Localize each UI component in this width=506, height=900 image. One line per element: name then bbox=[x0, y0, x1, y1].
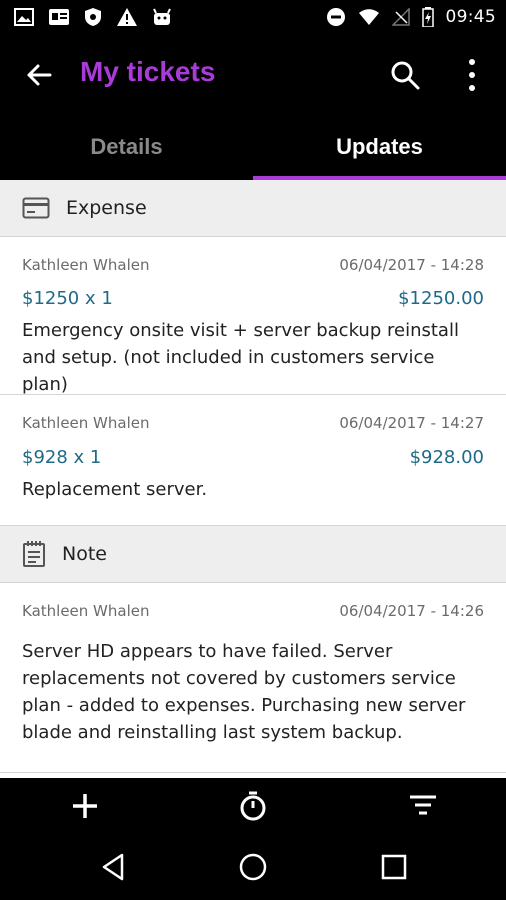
more-options-icon[interactable] bbox=[458, 56, 486, 94]
entry-author: Kathleen Whalen bbox=[22, 256, 150, 274]
add-icon[interactable] bbox=[69, 790, 101, 822]
home-circle-icon[interactable] bbox=[236, 850, 270, 884]
battery-charging-icon bbox=[421, 7, 434, 27]
entry-total: $1250.00 bbox=[398, 288, 484, 309]
entry-description: Replacement server. bbox=[22, 479, 208, 500]
search-icon[interactable] bbox=[388, 58, 422, 92]
app-bar: My tickets bbox=[0, 36, 506, 114]
recents-square-icon[interactable] bbox=[377, 850, 411, 884]
entry-quantity: $1250 x 1 bbox=[22, 288, 113, 309]
section-label: Expense bbox=[66, 197, 147, 219]
image-icon bbox=[14, 8, 34, 26]
tab-bar: Details Updates bbox=[0, 114, 506, 180]
system-nav-bar bbox=[0, 834, 506, 900]
status-time: 09:45 bbox=[445, 7, 496, 27]
wifi-icon bbox=[358, 9, 379, 25]
tab-details[interactable]: Details bbox=[0, 114, 253, 180]
tab-updates[interactable]: Updates bbox=[253, 114, 506, 180]
list-item-expense[interactable]: Kathleen Whalen 06/04/2017 - 14:27 $928 … bbox=[0, 395, 506, 526]
section-header-note: Note bbox=[0, 526, 506, 583]
entry-timestamp: 06/04/2017 - 14:28 bbox=[339, 256, 484, 274]
notepad-icon bbox=[23, 541, 45, 567]
section-label: Note bbox=[62, 543, 107, 565]
status-bar: 09:45 bbox=[0, 0, 506, 36]
entry-timestamp: 06/04/2017 - 14:27 bbox=[339, 414, 484, 432]
entry-total: $928.00 bbox=[409, 447, 484, 468]
shield-icon bbox=[85, 8, 101, 26]
credit-card-icon bbox=[22, 197, 50, 219]
back-triangle-icon[interactable] bbox=[97, 850, 131, 884]
updates-list[interactable]: Expense Kathleen Whalen 06/04/2017 - 14:… bbox=[0, 180, 506, 778]
warning-icon bbox=[117, 8, 137, 26]
section-header-expense: Expense bbox=[0, 180, 506, 237]
entry-author: Kathleen Whalen bbox=[22, 602, 150, 620]
entry-description: Emergency onsite visit + server backup r… bbox=[22, 320, 459, 395]
entry-timestamp: 06/04/2017 - 14:26 bbox=[339, 602, 484, 620]
entry-author: Kathleen Whalen bbox=[22, 414, 150, 432]
filter-icon[interactable] bbox=[407, 790, 439, 822]
entry-description: Server HD appears to have failed. Server… bbox=[22, 641, 466, 743]
list-item-expense[interactable]: Kathleen Whalen 06/04/2017 - 14:28 $1250… bbox=[0, 237, 506, 395]
no-signal-icon bbox=[391, 8, 410, 26]
bottom-action-bar bbox=[0, 778, 506, 834]
do-not-disturb-icon bbox=[326, 8, 345, 26]
android-icon bbox=[153, 8, 171, 25]
page-title: My tickets bbox=[80, 56, 216, 87]
entry-quantity: $928 x 1 bbox=[22, 447, 102, 468]
timer-icon[interactable] bbox=[237, 790, 269, 822]
list-item-note[interactable]: Kathleen Whalen 06/04/2017 - 14:26 Serve… bbox=[0, 583, 506, 773]
card-icon bbox=[49, 9, 69, 25]
back-arrow-icon[interactable] bbox=[22, 58, 56, 92]
